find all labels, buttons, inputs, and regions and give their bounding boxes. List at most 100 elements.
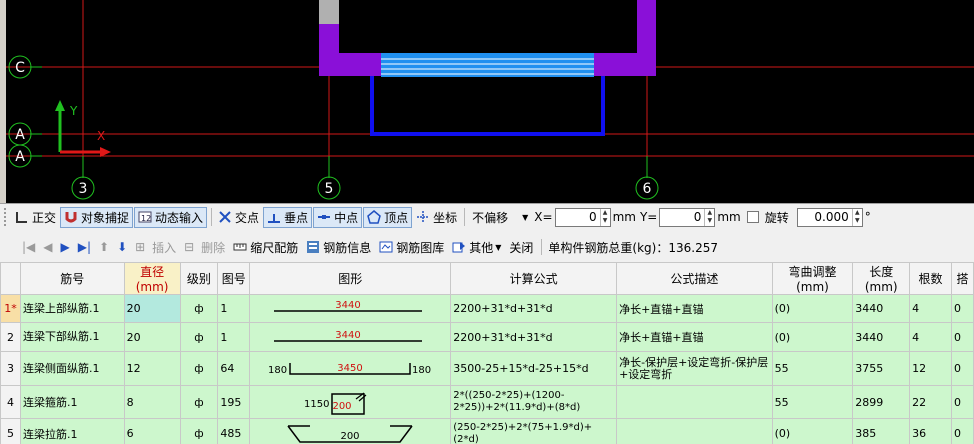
rebar-name-cell[interactable]: 连梁上部纵筋.1 <box>19 294 125 323</box>
column-header[interactable]: 公式描述 <box>616 262 773 295</box>
description-cell[interactable]: 净长-保护层+设定弯折-保护层+设定弯折 <box>616 351 773 386</box>
rebar-name-cell[interactable]: 连梁下部纵筋.1 <box>19 322 125 352</box>
lap-cell[interactable]: 0 <box>950 322 974 352</box>
column-header[interactable]: 图形 <box>249 262 452 295</box>
description-cell[interactable] <box>616 385 773 419</box>
dynamic-input-button[interactable]: 12 动态输入 <box>134 206 208 228</box>
column-header[interactable]: 长度(mm) <box>852 262 911 295</box>
column-header[interactable]: 级别 <box>179 262 219 295</box>
insert-button[interactable]: ⊞ 插入 <box>135 239 176 256</box>
column-header[interactable]: 弯曲调整(mm) <box>771 262 854 295</box>
offset-mode-select[interactable]: 不偏移 ▼ <box>468 208 532 227</box>
description-cell[interactable] <box>616 418 773 444</box>
delete-button[interactable]: ⊟ 删除 <box>184 239 225 256</box>
rebar-info-button[interactable]: 钢筋信息 <box>306 239 371 256</box>
bend-adjust-cell[interactable]: 55 <box>771 385 854 419</box>
figure-number-cell[interactable]: 64 <box>217 351 251 386</box>
figure-number-cell[interactable]: 195 <box>217 385 251 419</box>
midpoint-snap-button[interactable]: 中点 <box>313 206 363 228</box>
y-input[interactable]: 0 ▲ ▼ <box>659 207 716 227</box>
description-cell[interactable]: 净长+直锚+直锚 <box>616 322 773 352</box>
diameter-cell[interactable]: 6 <box>123 418 181 444</box>
column-header[interactable]: 计算公式 <box>450 262 618 295</box>
lap-cell[interactable]: 0 <box>950 385 974 419</box>
coordinate-snap-button[interactable]: 坐标 <box>413 207 460 228</box>
count-cell[interactable]: 4 <box>909 322 952 352</box>
lap-cell[interactable]: 0 <box>950 351 974 386</box>
count-cell[interactable]: 12 <box>909 351 952 386</box>
table-row[interactable]: 2 连梁下部纵筋.1 20 ф 1 3440 2200+31*d+31*d 净长… <box>0 322 974 352</box>
first-record-button[interactable]: |◀ <box>22 240 35 254</box>
figure-number-cell[interactable]: 1 <box>217 322 251 352</box>
length-cell[interactable]: 3440 <box>852 294 911 323</box>
shape-cell[interactable]: 1150 200 <box>249 385 452 419</box>
diameter-cell[interactable]: 20 <box>123 322 181 352</box>
grade-cell[interactable]: ф <box>179 385 219 419</box>
grade-cell[interactable]: ф <box>179 322 219 352</box>
row-number[interactable]: 5 <box>0 418 21 444</box>
rebar-name-cell[interactable]: 连梁侧面纵筋.1 <box>19 351 125 386</box>
rebar-name-cell[interactable]: 连梁箍筋.1 <box>19 385 125 419</box>
table-row[interactable]: 3 连梁侧面纵筋.1 12 ф 64 180 3450 180 3500-25+… <box>0 351 974 386</box>
bend-adjust-cell[interactable]: (0) <box>771 418 854 444</box>
grade-cell[interactable]: ф <box>179 294 219 323</box>
description-cell[interactable]: 净长+直锚+直锚 <box>616 294 773 323</box>
column-header[interactable]: 根数 <box>909 262 952 295</box>
cad-canvas[interactable]: Y X C A A 3 5 6 <box>0 0 974 203</box>
last-record-button[interactable]: ▶| <box>78 240 91 254</box>
spinner-icon[interactable]: ▲ ▼ <box>599 208 610 226</box>
table-row[interactable]: 1* 连梁上部纵筋.1 20 ф 1 3440 2200+31*d+31*d 净… <box>0 294 974 323</box>
move-down-button[interactable]: ⬇ <box>117 240 127 254</box>
bend-adjust-cell[interactable]: 55 <box>771 351 854 386</box>
ortho-button[interactable]: 正交 <box>12 207 59 228</box>
perpendicular-snap-button[interactable]: 垂点 <box>263 206 313 228</box>
grade-cell[interactable]: ф <box>179 351 219 386</box>
formula-cell[interactable]: (250-2*25)+2*(75+1.9*d)+(2*d) <box>450 418 618 444</box>
other-menu-button[interactable]: 其他 ▼ <box>452 239 501 256</box>
column-header[interactable]: 直径(mm) <box>123 262 181 295</box>
row-number[interactable]: 4 <box>0 385 21 419</box>
length-cell[interactable]: 3440 <box>852 322 911 352</box>
shape-cell[interactable]: 200 <box>249 418 452 444</box>
column-header[interactable]: 搭 <box>950 262 974 295</box>
diameter-cell[interactable]: 8 <box>123 385 181 419</box>
x-input[interactable]: 0 ▲ ▼ <box>554 207 611 227</box>
formula-cell[interactable]: 2*((250-2*25)+(1200-2*25))+2*(11.9*d)+(8… <box>450 385 618 419</box>
table-row[interactable]: 5 连梁拉筋.1 6 ф 485 200 (250-2*25)+2*(75+1.… <box>0 418 974 444</box>
shape-cell[interactable]: 3440 <box>249 294 452 323</box>
row-number[interactable]: 3 <box>0 351 21 386</box>
scale-rebar-button[interactable]: 缩尺配筋 <box>233 239 298 256</box>
column-header[interactable]: 筋号 <box>19 262 125 295</box>
spinner-icon[interactable]: ▲ ▼ <box>704 208 714 226</box>
prev-record-button[interactable]: ◀ <box>43 240 52 254</box>
rotate-input[interactable]: 0.000 ▲ ▼ <box>796 207 863 227</box>
spinner-icon[interactable]: ▲ ▼ <box>851 208 862 226</box>
count-cell[interactable]: 36 <box>909 418 952 444</box>
rebar-library-button[interactable]: 钢筋图库 <box>379 239 444 256</box>
figure-number-cell[interactable]: 485 <box>217 418 251 444</box>
bend-adjust-cell[interactable]: (0) <box>771 322 854 352</box>
rebar-table[interactable]: 筋号 直径(mm) 级别 图号 图形 计算公式 公式描述 弯曲调整(mm) 长度… <box>0 262 974 444</box>
lap-cell[interactable]: 0 <box>950 418 974 444</box>
length-cell[interactable]: 385 <box>852 418 911 444</box>
formula-cell[interactable]: 3500-25+15*d-25+15*d <box>450 351 618 386</box>
grade-cell[interactable]: ф <box>179 418 219 444</box>
table-row[interactable]: 4 连梁箍筋.1 8 ф 195 1150 200 2*((250-2*25)+… <box>0 385 974 419</box>
next-record-button[interactable]: ▶ <box>61 240 70 254</box>
figure-number-cell[interactable]: 1 <box>217 294 251 323</box>
shape-cell[interactable]: 180 3450 180 <box>249 351 452 386</box>
diameter-cell[interactable]: 20 <box>123 294 181 323</box>
length-cell[interactable]: 3755 <box>852 351 911 386</box>
column-header[interactable]: 图号 <box>217 262 251 295</box>
formula-cell[interactable]: 2200+31*d+31*d <box>450 322 618 352</box>
count-cell[interactable]: 22 <box>909 385 952 419</box>
rebar-name-cell[interactable]: 连梁拉筋.1 <box>19 418 125 444</box>
vertex-snap-button[interactable]: 顶点 <box>363 206 413 228</box>
rotate-checkbox[interactable] <box>746 211 759 223</box>
intersection-snap-button[interactable]: 交点 <box>215 207 262 228</box>
bend-adjust-cell[interactable]: (0) <box>771 294 854 323</box>
row-number[interactable]: 2 <box>0 322 21 352</box>
formula-cell[interactable]: 2200+31*d+31*d <box>450 294 618 323</box>
length-cell[interactable]: 2899 <box>852 385 911 419</box>
move-up-button[interactable]: ⬆ <box>99 240 109 254</box>
